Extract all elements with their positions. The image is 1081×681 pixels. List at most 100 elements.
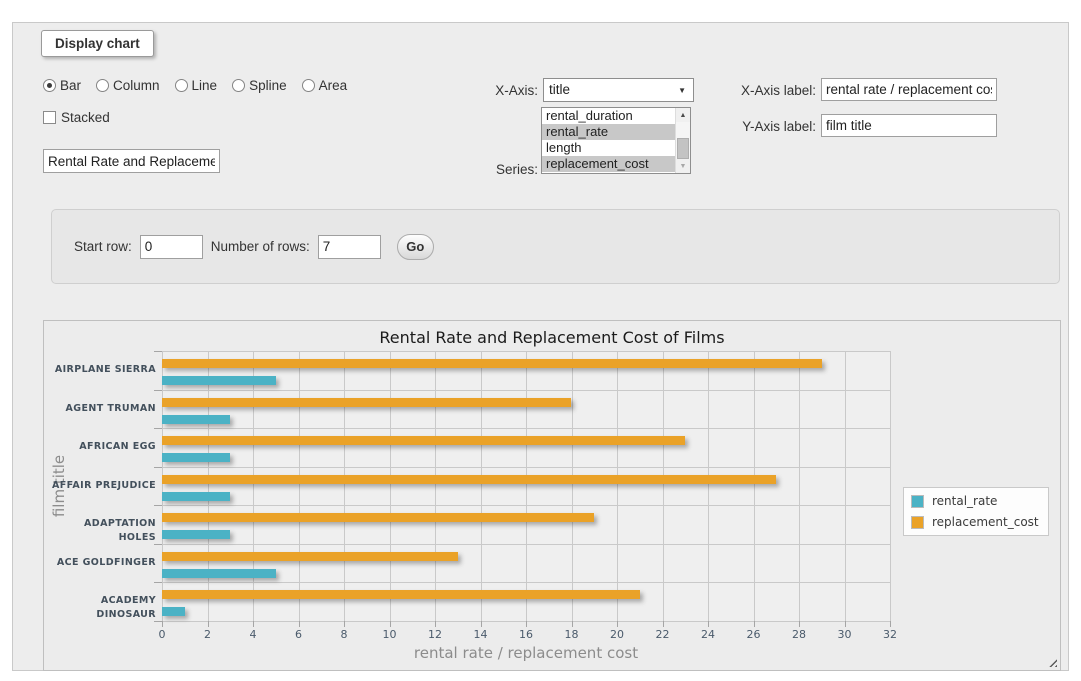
x-axis-selected-value: title [549, 82, 570, 97]
scrollbar-thumb[interactable] [677, 138, 689, 159]
chart-legend: rental_rate replacement_cost [903, 487, 1049, 536]
chart-title: Rental Rate and Replacement Cost of Film… [44, 328, 1060, 347]
bar-rental_rate [162, 569, 276, 578]
gridline [208, 351, 209, 621]
resize-handle-icon[interactable] [1046, 656, 1057, 667]
x-tick-label: 14 [461, 628, 501, 641]
x-tick-label: 24 [688, 628, 728, 641]
fieldset-legend: Display chart [41, 30, 154, 57]
axis-tick [154, 390, 162, 391]
x-tick-label: 6 [279, 628, 319, 641]
radio-label[interactable]: Bar [60, 78, 81, 93]
series-option-rental_rate[interactable]: rental_rate [542, 124, 675, 140]
category-label: AGENT TRUMAN [44, 402, 156, 416]
series-options: rental_durationrental_ratelengthreplacem… [542, 108, 675, 173]
legend-label: rental_rate [932, 494, 997, 508]
stacked-label[interactable]: Stacked [61, 110, 110, 125]
chart-type-radio-column[interactable]: Column [96, 78, 160, 93]
x-axis-label: X-Axis: [453, 83, 538, 98]
radio-label[interactable]: Area [319, 78, 348, 93]
chart-title-input[interactable] [43, 149, 220, 173]
series-scrollbar[interactable]: ▲ ▼ [675, 108, 690, 173]
gridline [253, 351, 254, 621]
axis-tick [799, 621, 800, 627]
gridline [663, 351, 664, 621]
display-chart-fieldset: Display chart Bar Column Line Spline Area St… [12, 22, 1069, 671]
category-label: ACE GOLDFINGER [44, 556, 156, 570]
x-tick-label: 12 [415, 628, 455, 641]
gridline [162, 428, 890, 429]
axis-tick [162, 621, 163, 627]
axis-tick [154, 351, 162, 352]
series-option-rental_duration[interactable]: rental_duration [542, 108, 675, 124]
bar-replacement_cost [162, 590, 640, 599]
category-label: ADAPTATION HOLES [44, 517, 156, 545]
start-row-label: Start row: [74, 239, 132, 254]
bar-replacement_cost [162, 436, 685, 445]
radio-label[interactable]: Line [192, 78, 218, 93]
x-tick-label: 32 [870, 628, 910, 641]
x-tick-label: 18 [552, 628, 592, 641]
chart-type-radio-group: Bar Column Line Spline Area [43, 78, 356, 93]
legend-swatch [911, 495, 924, 508]
x-tick-label: 20 [597, 628, 637, 641]
bar-replacement_cost [162, 475, 776, 484]
axis-tick [154, 467, 162, 468]
axis-tick [208, 621, 209, 627]
gridline [481, 351, 482, 621]
radio-icon[interactable] [232, 79, 245, 92]
scroll-up-icon[interactable]: ▲ [676, 108, 690, 122]
series-label: Series: [453, 162, 538, 177]
number-of-rows-label: Number of rows: [211, 239, 310, 254]
axis-tick [344, 621, 345, 627]
y-axis-label-field-label: Y-Axis label: [725, 119, 816, 134]
go-button[interactable]: Go [397, 234, 434, 260]
gridline [162, 390, 890, 391]
chevron-down-icon: ▼ [678, 86, 686, 95]
axis-tick [526, 621, 527, 627]
radio-icon[interactable] [43, 79, 56, 92]
gridline [845, 351, 846, 621]
bar-replacement_cost [162, 552, 458, 561]
axis-tick [299, 621, 300, 627]
radio-icon[interactable] [302, 79, 315, 92]
scroll-down-icon[interactable]: ▼ [676, 159, 690, 173]
bar-replacement_cost [162, 359, 822, 368]
gridline [617, 351, 618, 621]
gridline [526, 351, 527, 621]
series-option-length[interactable]: length [542, 140, 675, 156]
axis-tick [390, 621, 391, 627]
chart-type-radio-spline[interactable]: Spline [232, 78, 287, 93]
chart-x-axis-title: rental rate / replacement cost [162, 644, 890, 662]
radio-label[interactable]: Column [113, 78, 160, 93]
chart-type-radio-line[interactable]: Line [175, 78, 218, 93]
x-axis-select[interactable]: title ▼ [543, 78, 694, 102]
series-listbox[interactable]: rental_durationrental_ratelengthreplacem… [541, 107, 691, 174]
gridline [162, 582, 890, 583]
chart-type-radio-area[interactable]: Area [302, 78, 348, 93]
series-option-replacement_cost[interactable]: replacement_cost [542, 156, 675, 172]
start-row-input[interactable] [140, 235, 203, 259]
x-tick-label: 2 [188, 628, 228, 641]
axis-tick [617, 621, 618, 627]
radio-icon[interactable] [175, 79, 188, 92]
stacked-checkbox[interactable] [43, 111, 56, 124]
gridline [162, 351, 890, 352]
stacked-checkbox-row[interactable]: Stacked [43, 110, 110, 125]
radio-icon[interactable] [96, 79, 109, 92]
bar-rental_rate [162, 492, 230, 501]
radio-label[interactable]: Spline [249, 78, 287, 93]
number-of-rows-input[interactable] [318, 235, 381, 259]
y-axis-label-input[interactable] [821, 114, 997, 137]
scrollbar-track[interactable] [676, 122, 690, 159]
axis-tick [435, 621, 436, 627]
chart-type-radio-bar[interactable]: Bar [43, 78, 81, 93]
gridline [162, 351, 163, 621]
legend-item-replacement_cost: replacement_cost [911, 515, 1039, 529]
category-label: ACADEMY DINOSAUR [44, 594, 156, 622]
gridline [390, 351, 391, 621]
x-tick-label: 28 [779, 628, 819, 641]
x-axis-label-input[interactable] [821, 78, 997, 101]
axis-tick [253, 621, 254, 627]
gridline [754, 351, 755, 621]
